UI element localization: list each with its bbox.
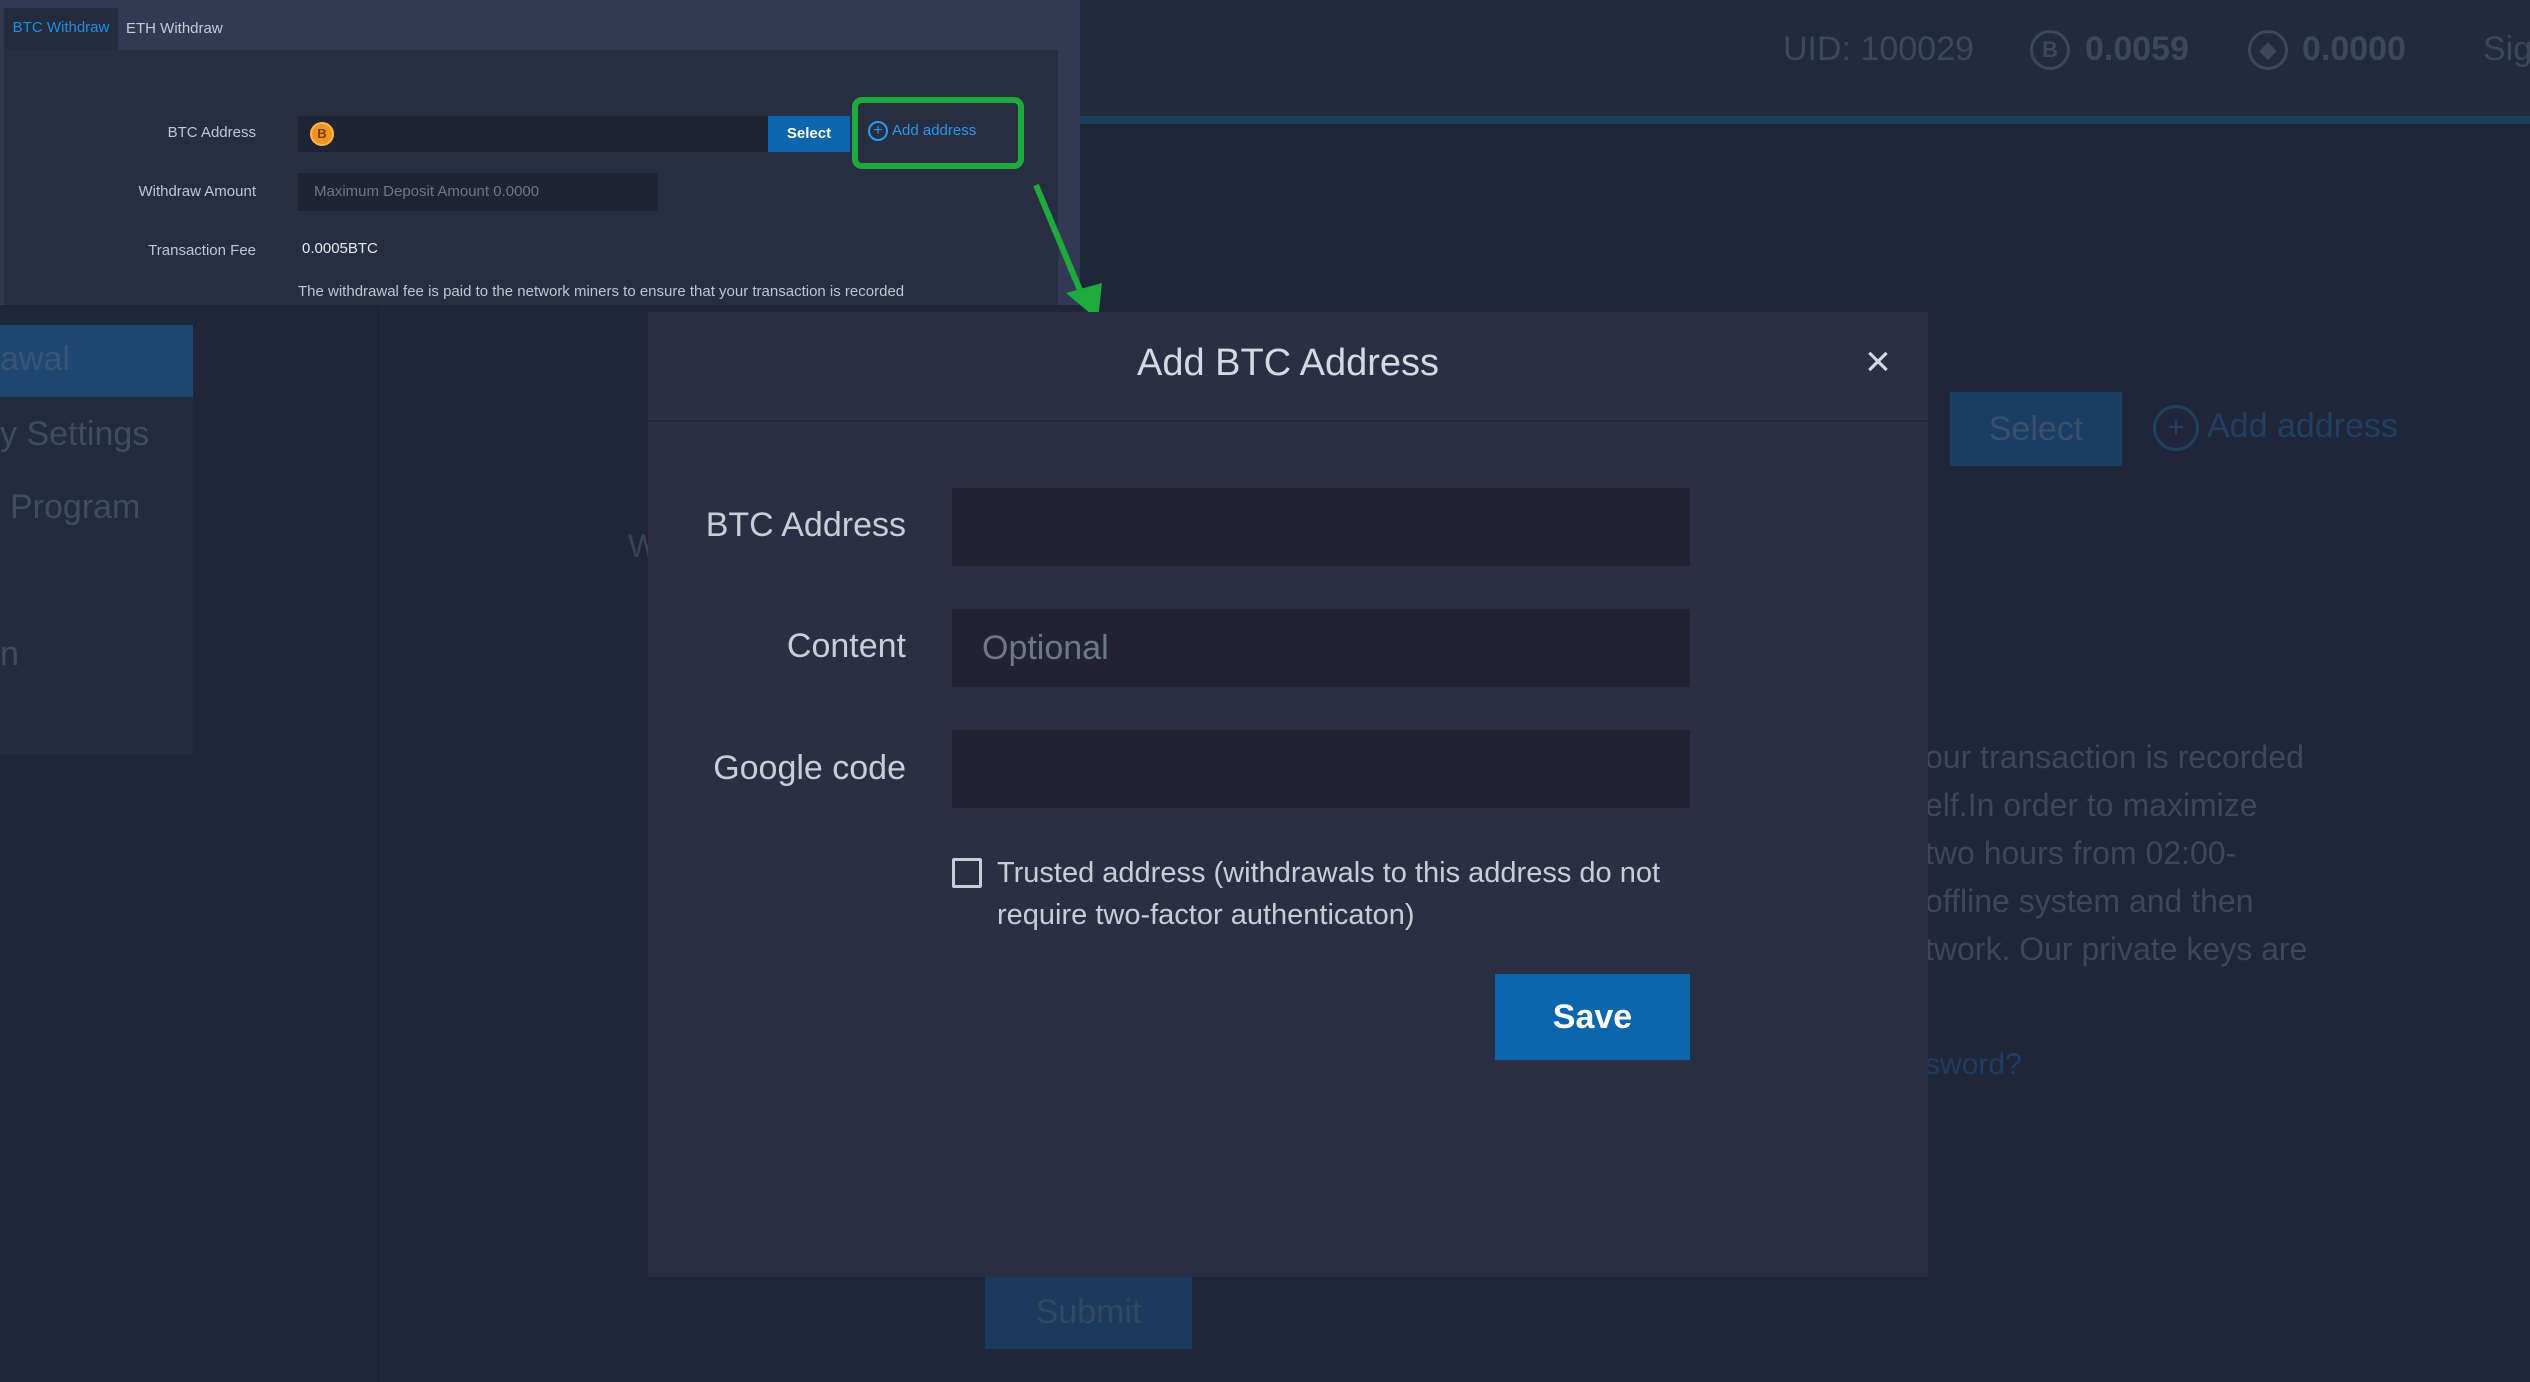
btc-address-label: BTC Address xyxy=(167,124,256,141)
select-address-button[interactable]: Select xyxy=(768,116,850,152)
withdraw-amount-input[interactable]: Maximum Deposit Amount 0.0000 xyxy=(298,173,658,211)
fee-description-line: twork. Our private keys are xyxy=(1925,931,2308,967)
tab-eth-withdraw[interactable]: ETH Withdraw xyxy=(126,8,223,50)
fee-description-line: our transaction is recorded xyxy=(1925,739,2304,775)
sidebar-item-program[interactable]: Program xyxy=(10,488,140,527)
content-label: Content xyxy=(786,627,906,665)
sidebar-item-settings[interactable]: y Settings xyxy=(0,415,149,454)
withdraw-form-inset: BTC Withdraw ETH Withdraw BTC Address B … xyxy=(0,0,1080,305)
sidebar-item-label[interactable]: awal xyxy=(0,340,70,379)
pointer-arrow-icon xyxy=(1033,183,1102,320)
content-divider xyxy=(377,300,379,1382)
fee-description-line: elf.In order to maximize xyxy=(1925,787,2258,823)
sidebar-item-misc[interactable]: n xyxy=(0,635,19,674)
trusted-address-checkbox[interactable] xyxy=(952,858,982,888)
plus-circle-icon: + xyxy=(2153,405,2199,451)
eth-balance: 0.0000 xyxy=(2302,30,2406,68)
bg-add-address-link[interactable]: + Add address xyxy=(2153,405,2398,451)
google-code-input[interactable] xyxy=(952,730,1690,808)
withdraw-amount-label: Withdraw Amount xyxy=(138,183,256,200)
highlight-box xyxy=(852,97,1024,169)
fee-description-line: offline system and then xyxy=(1925,883,2254,919)
uid-label: UID: 100029 xyxy=(1783,30,1974,68)
trusted-address-label: Trusted address (withdrawals to this add… xyxy=(997,857,1661,931)
content-input[interactable] xyxy=(952,609,1690,687)
fee-note: The withdrawal fee is paid to the networ… xyxy=(298,283,905,300)
btc-address-input[interactable] xyxy=(298,116,768,152)
add-btc-address-modal: Add BTC Address × BTC Address Content Go… xyxy=(648,312,1928,1277)
btc-balance: 0.0059 xyxy=(2085,30,2189,68)
bg-add-address-label: Add address xyxy=(2207,406,2398,445)
header-divider xyxy=(1080,116,2530,124)
close-icon[interactable]: × xyxy=(1858,340,1898,384)
transaction-fee-label: Transaction Fee xyxy=(148,242,256,259)
modal-header: Add BTC Address × xyxy=(648,312,1928,422)
btc-address-label: BTC Address xyxy=(705,506,906,544)
fee-description-line: two hours from 02:00- xyxy=(1925,835,2237,871)
withdraw-tabs: BTC Withdraw ETH Withdraw xyxy=(0,0,1080,50)
btc-address-input[interactable] xyxy=(952,488,1690,566)
forgot-password-link[interactable]: sword? xyxy=(1925,1048,2022,1082)
fee-description: our transaction is recorded elf.In order… xyxy=(1925,733,2425,973)
btc-coin-icon: B xyxy=(2030,30,2070,70)
sign-out-link[interactable]: Sig xyxy=(2483,30,2530,69)
save-button[interactable]: Save xyxy=(1495,974,1690,1060)
transaction-fee-value: 0.0005BTC xyxy=(302,240,378,257)
eth-coin-icon: ◆ xyxy=(2248,30,2288,70)
google-code-label: Google code xyxy=(713,749,906,787)
btc-coin-icon: B xyxy=(310,122,334,146)
modal-title: Add BTC Address xyxy=(1136,342,1440,384)
submit-button[interactable]: Submit xyxy=(985,1275,1192,1349)
tab-btc-withdraw[interactable]: BTC Withdraw xyxy=(4,8,118,50)
bg-select-button[interactable]: Select xyxy=(1950,392,2122,466)
